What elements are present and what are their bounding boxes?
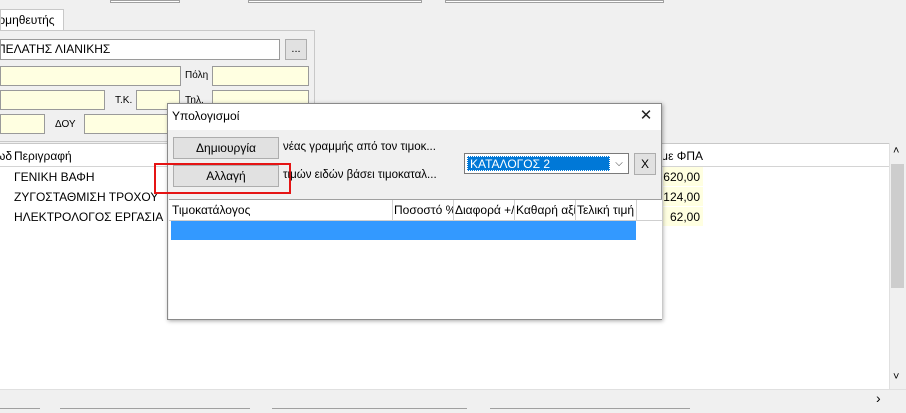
pricelist-grid[interactable]: Τιμοκατάλογος Ποσοστό % Διαφορά +/- Καθα… bbox=[169, 199, 662, 319]
cell-percentage bbox=[393, 221, 455, 240]
bottom-strip bbox=[0, 406, 906, 412]
row-description: ΖΥΓΟΣΤΑΘΜΙΣΗ ΤΡΟΧΟΥ bbox=[14, 190, 159, 204]
column-percentage[interactable]: Ποσοστό % bbox=[392, 200, 454, 220]
change-button[interactable]: Αλλαγή bbox=[173, 165, 279, 187]
address-field[interactable] bbox=[0, 66, 181, 86]
close-icon[interactable]: ✕ bbox=[634, 105, 658, 127]
column-difference[interactable]: Διαφορά +/- bbox=[453, 200, 515, 220]
row-total-value: 620,00 bbox=[663, 170, 700, 184]
clear-pricelist-button[interactable]: X bbox=[634, 153, 656, 175]
customer-name-value: ΠΕΛΑΤΗΣ ΛΙΑΝΙΚΗΣ bbox=[0, 42, 111, 56]
area-field[interactable] bbox=[0, 90, 105, 110]
change-description: τιμών ειδών βάσει τιμοκαταλ... bbox=[283, 169, 437, 181]
row-total: 620,00 bbox=[663, 167, 703, 186]
tax-id-field[interactable] bbox=[0, 114, 45, 134]
column-total-vat[interactable]: Σύνολο με ΦΠΑ bbox=[663, 149, 703, 163]
pricelist-selected-value: ΚΑΤΑΛΟΓΟΣ 2 bbox=[467, 156, 610, 171]
create-button[interactable]: Δημιουργία bbox=[173, 137, 279, 159]
calculations-dialog: Υπολογισμοί ✕ Δημιουργία νέας γραμμής απ… bbox=[154, 103, 662, 320]
row-total: 62,00 bbox=[663, 207, 703, 226]
vertical-scroll-thumb[interactable] bbox=[891, 164, 904, 288]
dialog-titlebar[interactable]: Υπολογισμοί ✕ bbox=[168, 104, 661, 130]
cell-pricelist bbox=[171, 221, 394, 240]
horizontal-scrollbar[interactable]: › bbox=[0, 389, 906, 406]
row-description: ΓΕΝΙΚΗ ΒΑΦΗ bbox=[14, 170, 95, 184]
column-net-value[interactable]: Καθαρή αξία bbox=[514, 200, 576, 220]
clear-pricelist-label: X bbox=[640, 157, 649, 171]
scroll-up-icon[interactable]: ˄ bbox=[893, 145, 899, 157]
scroll-down-icon[interactable]: ˅ bbox=[893, 371, 899, 383]
column-total-vat-label: Σύνολο με ΦΠΑ bbox=[663, 149, 703, 163]
column-code[interactable]: Κωδ bbox=[0, 149, 12, 163]
zip-label: Τ.Κ. bbox=[115, 95, 133, 106]
row-description: ΗΛΕΚΤΡΟΛΟΓΟΣ ΕΡΓΑΣΙΑ bbox=[14, 210, 164, 224]
row-total-value: 62,00 bbox=[669, 210, 700, 224]
change-button-label: Αλλαγή bbox=[206, 169, 246, 183]
ellipsis-label: ... bbox=[291, 43, 301, 55]
top-field-2[interactable] bbox=[248, 0, 422, 3]
tax-office-label: ΔΟΥ bbox=[55, 119, 76, 130]
customer-lookup-button[interactable]: ... bbox=[285, 39, 307, 60]
tax-office-field[interactable] bbox=[84, 114, 174, 134]
pricelist-select[interactable]: ΚΑΤΑΛΟΓΟΣ 2 ⌵ bbox=[464, 153, 629, 174]
row-total-value: 124,00 bbox=[663, 190, 700, 204]
scroll-right-icon[interactable]: › bbox=[876, 390, 881, 406]
column-code-label: Κωδ bbox=[0, 149, 12, 163]
column-pricelist[interactable]: Τιμοκατάλογος bbox=[170, 200, 393, 220]
column-description[interactable]: Περιγραφή bbox=[14, 149, 72, 163]
column-final-price[interactable]: Τελική τιμή bbox=[575, 200, 637, 220]
create-description: νέας γραμμής από τον τιμοκ... bbox=[283, 141, 436, 153]
tab-supplier[interactable]: Προμηθευτής bbox=[0, 9, 64, 31]
top-field-1[interactable] bbox=[110, 0, 180, 3]
city-label: Πόλη bbox=[185, 70, 209, 81]
chevron-down-icon[interactable]: ⌵ bbox=[612, 158, 626, 170]
top-field-3[interactable] bbox=[445, 0, 664, 3]
create-button-label: Δημιουργία bbox=[196, 141, 256, 155]
cell-difference bbox=[454, 221, 516, 240]
dialog-title: Υπολογισμοί bbox=[172, 109, 240, 123]
customer-name-field[interactable]: ΠΕΛΑΤΗΣ ΛΙΑΝΙΚΗΣ bbox=[0, 39, 280, 60]
city-field[interactable] bbox=[212, 66, 309, 86]
cell-final-price bbox=[576, 221, 637, 240]
tab-supplier-label: Προμηθευτής bbox=[0, 13, 55, 27]
pricelist-grid-header: Τιμοκατάλογος Ποσοστό % Διαφορά +/- Καθα… bbox=[169, 200, 662, 221]
row-total: 124,00 bbox=[663, 187, 703, 206]
cell-net-value bbox=[515, 221, 577, 240]
